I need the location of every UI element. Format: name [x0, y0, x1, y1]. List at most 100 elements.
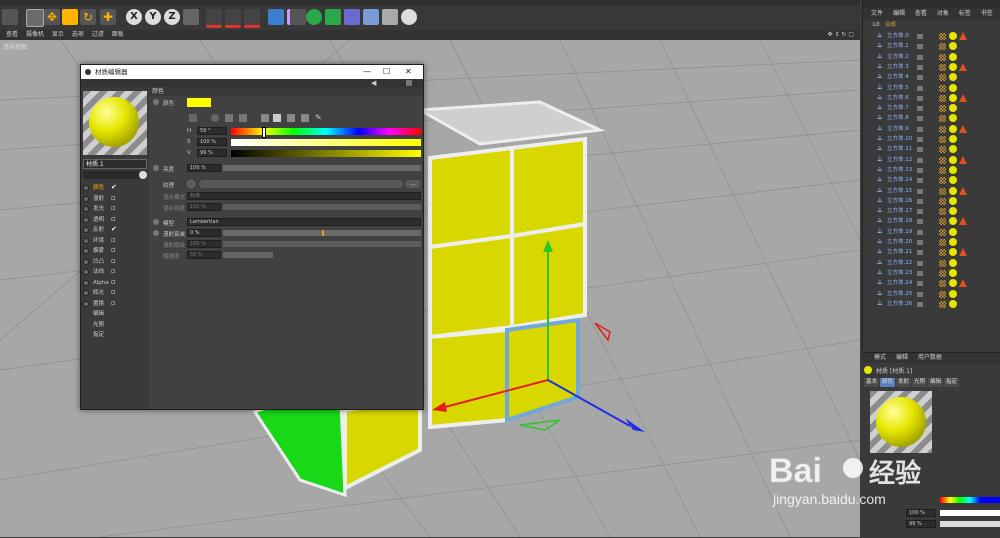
object-name[interactable]: 立方体.3 [887, 62, 909, 72]
texture-tag-icon[interactable] [939, 249, 946, 257]
material-tag-icon[interactable] [949, 289, 957, 298]
texture-tag-icon[interactable] [939, 290, 946, 298]
texture-field[interactable] [199, 180, 403, 188]
object-name[interactable]: 立方体.26 [887, 299, 912, 309]
visibility-dots-icon[interactable] [917, 198, 923, 204]
color-swatch[interactable] [187, 98, 211, 107]
warning-tag-icon[interactable] [959, 93, 967, 102]
unchecked-icon[interactable]: ▫ [111, 299, 118, 307]
attr-tab[interactable]: 指定 [944, 378, 960, 387]
channel-item[interactable]: 透明 ▫ [83, 215, 147, 225]
warning-tag-icon[interactable] [959, 62, 967, 71]
render-picture-viewer-icon[interactable] [225, 9, 241, 28]
material-tag-icon[interactable] [949, 83, 957, 92]
channel-item[interactable]: 置换 ▫ [83, 299, 147, 309]
image-mode-icon[interactable] [225, 114, 233, 122]
object-row[interactable]: ⟁ 立方体.21 [863, 247, 1000, 257]
attr-tab[interactable]: 颜色 [880, 378, 896, 387]
attr-tab[interactable]: 基本 [864, 378, 880, 387]
s-input[interactable]: 100 % [197, 138, 227, 146]
object-row[interactable]: ⟁ 立方体.14 [863, 175, 1000, 185]
texture-tag-icon[interactable] [939, 53, 946, 61]
visibility-dots-icon[interactable] [917, 291, 923, 297]
nav-back-icon[interactable]: ◀ [371, 79, 376, 87]
maximize-button[interactable]: ☐ [383, 65, 390, 79]
object-name[interactable]: 立方体.5 [887, 83, 909, 93]
channel-item[interactable]: 烟雾 ▫ [83, 246, 147, 256]
warning-tag-icon[interactable] [959, 248, 967, 257]
coord-system-icon[interactable] [183, 9, 199, 25]
visibility-dots-icon[interactable] [917, 260, 923, 266]
material-tag-icon[interactable] [949, 42, 957, 51]
attr-tab[interactable]: 光照 [912, 378, 928, 387]
texture-tag-icon[interactable] [939, 269, 946, 277]
object-row[interactable]: ⟁ 立方体.13 [863, 165, 1000, 175]
light-icon[interactable] [401, 9, 417, 25]
rotate-tool-icon[interactable]: ↻ [80, 9, 96, 25]
channel-item[interactable]: 发光 ▫ [83, 204, 147, 214]
root-row[interactable]: L0 合成 [863, 20, 1000, 30]
object-name[interactable]: 立方体.14 [887, 175, 912, 185]
spectrum-mode-icon[interactable] [211, 114, 219, 122]
mix-strength-slider[interactable] [223, 204, 421, 210]
texture-tag-icon[interactable] [939, 136, 946, 143]
visibility-dots-icon[interactable] [917, 85, 923, 91]
preview-mode-field[interactable] [83, 171, 139, 179]
material-tag-icon[interactable] [949, 238, 957, 246]
checked-icon[interactable]: ✔ [111, 226, 118, 233]
material-tag-icon[interactable] [949, 227, 957, 236]
color-anim-icon[interactable] [153, 99, 159, 105]
display-menu-item[interactable]: 显示 [52, 31, 64, 38]
object-row[interactable]: ⟁ 立方体.15 [863, 186, 1000, 196]
v-input[interactable]: 99 % [197, 149, 227, 157]
visibility-dots-icon[interactable] [917, 281, 923, 287]
attr-hue-slider[interactable] [940, 497, 1000, 503]
value-slider[interactable] [231, 150, 421, 157]
select-tool-icon[interactable] [26, 9, 44, 27]
warning-tag-icon[interactable] [959, 124, 967, 133]
wheel-mode-icon[interactable] [189, 114, 197, 122]
h-input[interactable]: 59 ° [197, 127, 227, 135]
extra-item[interactable]: 指定 [83, 330, 147, 340]
texture-tag-icon[interactable] [939, 280, 946, 288]
material-tag-icon[interactable] [949, 135, 957, 143]
material-tag-icon[interactable] [949, 124, 957, 133]
diffuse-level-input[interactable]: 100 % [187, 240, 221, 248]
hue-marker[interactable] [262, 127, 267, 138]
visibility-dots-icon[interactable] [917, 34, 923, 39]
object-name[interactable]: 立方体.1 [887, 41, 909, 51]
object-row[interactable]: ⟁ 立方体.20 [863, 237, 1000, 247]
camera-icon[interactable] [382, 9, 398, 25]
minimize-button[interactable]: — [363, 65, 371, 79]
scale-tool-icon[interactable] [62, 9, 78, 25]
object-row[interactable]: ⟁ 立方体.23 [863, 268, 1000, 278]
close-button[interactable]: ✕ [405, 65, 412, 79]
texture-tag-icon[interactable] [939, 300, 946, 308]
texture-tag-icon[interactable] [939, 33, 946, 40]
texture-tag-icon[interactable] [939, 197, 946, 205]
material-tag-icon[interactable] [949, 248, 957, 257]
object-row[interactable]: ⟁ 立方体.8 [863, 113, 1000, 123]
object-row[interactable]: ⟁ 立方体.1 [863, 41, 1000, 51]
camera-menu-item[interactable]: 摄像机 [26, 31, 44, 38]
mix-mode-select[interactable]: 标准 [187, 192, 421, 200]
model-anim-icon[interactable] [153, 219, 159, 225]
texture-tag-icon[interactable] [939, 43, 946, 51]
channel-anim-icon[interactable] [83, 216, 89, 223]
unchecked-icon[interactable]: ▫ [111, 247, 118, 254]
extra-item[interactable]: 光照 [83, 320, 147, 330]
material-tag-icon[interactable] [949, 268, 957, 277]
material-tag-icon[interactable] [949, 62, 957, 71]
visibility-dots-icon[interactable] [917, 75, 923, 81]
object-row[interactable]: ⟁ 立方体.16 [863, 196, 1000, 206]
object-name[interactable]: 立方体.13 [887, 165, 912, 175]
cube-icon[interactable] [268, 9, 284, 25]
kelvin-mode-icon[interactable] [287, 114, 295, 122]
visibility-dots-icon[interactable] [917, 147, 923, 153]
visibility-dots-icon[interactable] [917, 44, 923, 50]
visibility-dots-icon[interactable] [917, 126, 923, 132]
object-name[interactable]: 立方体.6 [887, 93, 909, 103]
object-name[interactable]: 立方体.8 [887, 113, 909, 123]
unchecked-icon[interactable]: ▫ [111, 268, 118, 275]
attr-v-slider[interactable] [940, 521, 1000, 527]
